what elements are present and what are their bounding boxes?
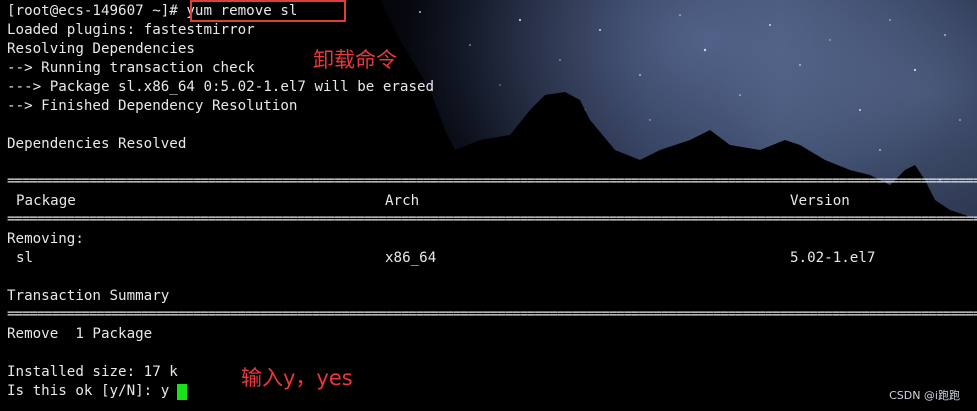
table-header-arch: Arch [385,193,420,209]
output-line: Transaction Summary [7,288,170,304]
annotation-uninstall: 卸载命令 [313,48,397,72]
output-line: Remove 1 Package [7,326,153,342]
output-line: Dependencies Resolved [7,136,187,152]
shell-prompt: [root@ecs-149607 ~]# [7,3,178,19]
output-line: Removing: [7,231,84,247]
table-cell-package: sl [16,250,34,266]
separator-line: ========================================… [7,176,977,186]
command-highlight-box [190,0,346,22]
annotation-input-yes: 输入y，yes [241,366,353,390]
text-cursor [177,384,187,400]
table-header-version: Version [790,193,850,209]
separator-line: ========================================… [7,309,977,319]
output-line: Loaded plugins: fastestmirror [7,22,255,38]
table-cell-version: 5.02-1.el7 [790,250,876,266]
watermark: CSDN @i跑跑 [889,389,960,402]
terminal-window[interactable]: [root@ecs-149607 ~]# yum remove sl Loade… [0,0,977,411]
output-line: Installed size: 17 k [7,364,178,380]
separator-line: ========================================… [7,214,977,224]
table-header-package: Package [16,193,76,209]
output-line: Resolving Dependencies [7,41,195,57]
output-line: --> Finished Dependency Resolution [7,98,298,114]
confirm-prompt: Is this ok [y/N]: y [7,383,170,399]
output-line: ---> Package sl.x86_64 0:5.02-1.el7 will… [7,79,435,95]
table-cell-arch: x86_64 [385,250,437,266]
output-line: --> Running transaction check [7,60,255,76]
